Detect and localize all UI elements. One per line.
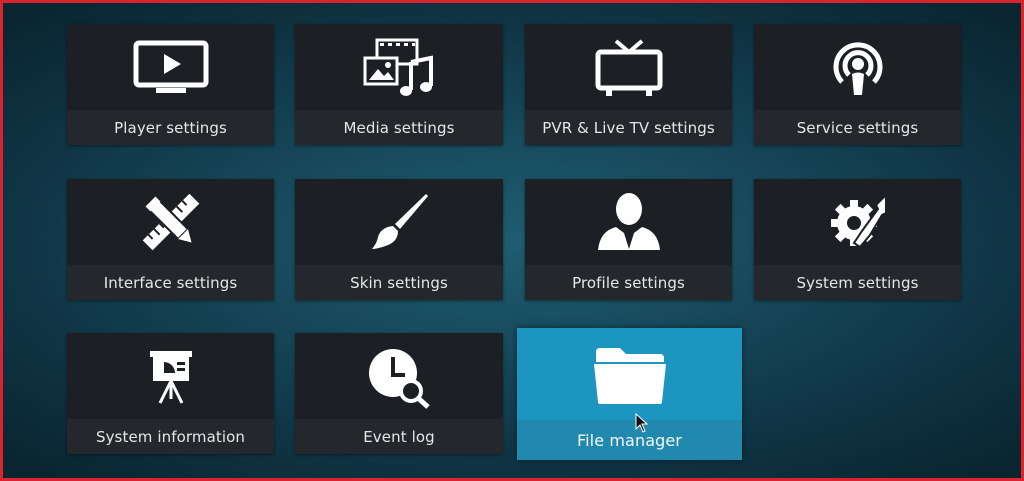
tile-label: File manager [517,420,742,460]
tile-label: PVR & Live TV settings [525,110,732,145]
system-information-tile[interactable]: System information [67,333,274,454]
paintbrush-icon [368,191,430,253]
media-settings-tile[interactable]: Media settings [295,24,503,145]
tile-label: Player settings [67,110,274,145]
tv-antenna-icon [594,38,664,98]
event-log-tile[interactable]: Event log [295,333,503,454]
profile-settings-tile[interactable]: Profile settings [525,179,732,300]
tile-label: Media settings [295,110,503,145]
skin-settings-tile[interactable]: Skin settings [295,179,503,300]
pencil-ruler-icon [140,191,202,253]
system-settings-tile[interactable]: System settings [754,179,961,300]
presentation-board-icon [146,347,196,405]
user-silhouette-icon [596,189,662,251]
tile-label: Service settings [754,110,961,145]
media-film-music-icon [361,38,437,98]
player-settings-tile[interactable]: Player settings [67,24,274,145]
file-manager-tile[interactable]: File manager [517,328,742,460]
pvr-live-tv-settings-tile[interactable]: PVR & Live TV settings [525,24,732,145]
mouse-pointer-icon [635,412,649,437]
interface-settings-tile[interactable]: Interface settings [67,179,274,300]
tile-label: Skin settings [295,265,503,300]
folder-icon [592,346,668,406]
tv-play-icon [133,40,209,96]
tile-label: Interface settings [67,265,274,300]
clock-search-icon [367,345,431,409]
tile-label: System information [67,419,274,454]
settings-screen: Player settings Media settings PVR & Liv… [0,0,1024,481]
gear-wrench-icon [826,191,890,253]
tile-label: Event log [295,419,503,454]
tile-label: System settings [754,265,961,300]
tile-label: Profile settings [525,265,732,300]
podcast-broadcast-icon [828,38,888,98]
service-settings-tile[interactable]: Service settings [754,24,961,145]
